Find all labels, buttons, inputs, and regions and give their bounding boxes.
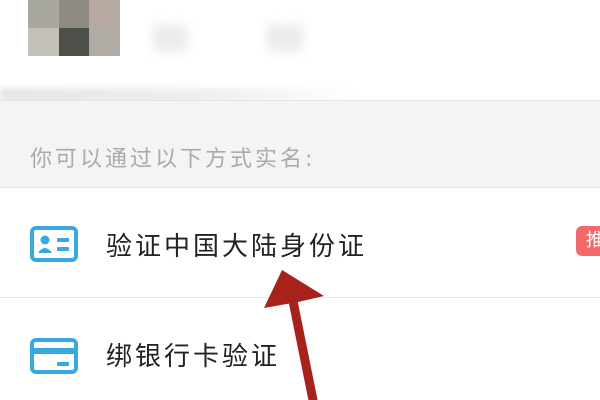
avatar[interactable] <box>28 0 120 56</box>
section-hint: 你可以通过以下方式实名: <box>30 147 316 172</box>
avatar-pixel <box>58 0 90 28</box>
verify-mainland-id-label: 验证中国大陆身份证 <box>106 232 368 262</box>
avatar-pixel <box>28 28 59 56</box>
avatar-pixel <box>28 0 59 28</box>
profile-header <box>0 0 600 104</box>
bank-card-verify-label: 绑银行卡验证 <box>106 342 281 372</box>
id-card-icon <box>30 226 78 262</box>
recommend-badge: 推 <box>576 226 600 256</box>
avatar-pixel <box>89 28 120 56</box>
bank-card-verify-option[interactable]: 绑银行卡验证 <box>0 298 600 400</box>
avatar-pixel <box>58 28 90 56</box>
blurred-username <box>266 24 304 52</box>
blurred-username <box>152 24 188 52</box>
avatar-pixel <box>89 0 120 28</box>
bank-card-icon <box>30 338 78 374</box>
verify-mainland-id-option[interactable]: 验证中国大陆身份证 推 <box>0 188 600 298</box>
section-header: 你可以通过以下方式实名: <box>0 100 600 188</box>
